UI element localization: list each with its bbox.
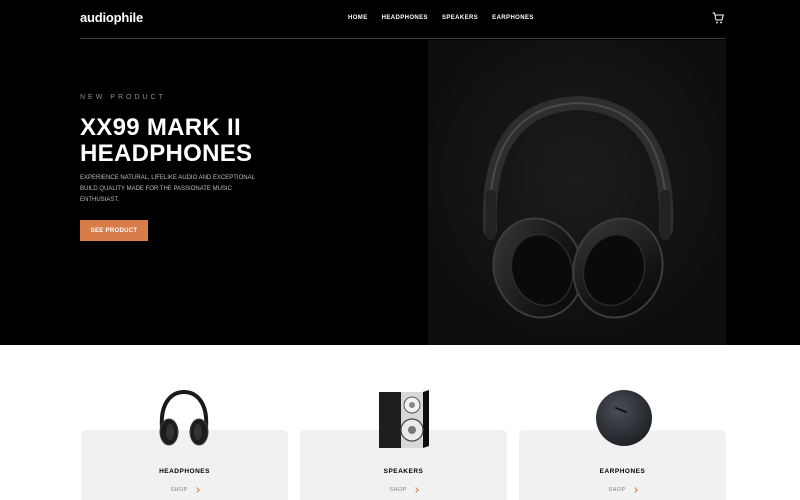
chevron-right-icon [412,487,419,493]
shop-link-headphones[interactable]: SHOP [81,487,288,493]
see-product-button[interactable]: SEE PRODUCT [80,220,148,241]
shop-link-speakers[interactable]: SHOP [300,487,507,493]
cart-icon[interactable] [712,11,724,24]
hero-title: XX99 MARK II HEADPHONES [80,114,253,167]
earphones-case-icon [596,390,652,446]
shop-label: SHOP [389,487,407,493]
category-label: HEADPHONES [159,468,210,475]
new-product-overline: NEW PRODUCT [80,94,166,101]
shop-label: SHOP [608,487,626,493]
nav-links: HOME HEADPHONES SPEAKERS EARPHONES [348,15,534,21]
category-label: SPEAKERS [383,468,424,475]
chevron-right-icon [631,487,638,493]
shop-link-earphones[interactable]: SHOP [519,487,726,493]
hero-section: audiophile HOME HEADPHONES SPEAKERS EARP… [0,0,800,345]
headphones-icon [159,389,209,446]
speaker-icon [379,390,429,448]
top-navigation: audiophile HOME HEADPHONES SPEAKERS EARP… [80,0,726,39]
headphones-icon [428,40,726,345]
brand-logo[interactable]: audiophile [80,10,143,25]
hero-description: EXPERIENCE NATURAL, LIFELIKE AUDIO AND E… [80,175,255,203]
nav-link-home[interactable]: HOME [348,15,368,21]
hero-headphones-image [428,40,726,345]
nav-link-earphones[interactable]: EARPHONES [492,15,534,21]
nav-link-speakers[interactable]: SPEAKERS [442,15,478,21]
shop-label: SHOP [170,487,188,493]
nav-link-headphones[interactable]: HEADPHONES [382,15,428,21]
category-label: EARPHONES [599,468,646,475]
chevron-right-icon [193,487,200,493]
